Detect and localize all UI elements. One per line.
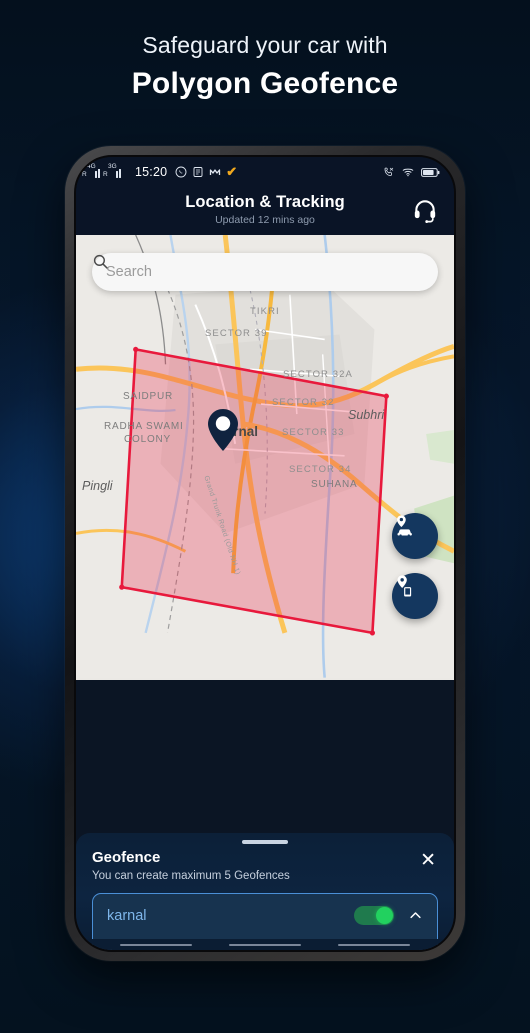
search-icon <box>93 254 108 269</box>
sheet-drag-handle[interactable] <box>242 840 288 844</box>
orange-check-icon: ✔ <box>226 164 238 179</box>
show-vehicle-button[interactable] <box>392 513 438 559</box>
geofence-polygon <box>120 347 388 635</box>
phone-screen: R 4G R 3G 15:20 ✔ Location & Tracking Up… <box>74 155 456 952</box>
geofence-name: karnal <box>107 907 147 924</box>
status-bar: R 4G R 3G 15:20 ✔ <box>76 157 454 187</box>
sim-toolkit-icon <box>193 167 203 177</box>
page-title: Location & Tracking <box>185 193 345 211</box>
phone-mockup: R 4G R 3G 15:20 ✔ Location & Tracking Up… <box>65 146 465 961</box>
wifi-icon <box>402 168 414 177</box>
android-nav-bar <box>76 939 454 950</box>
search-bar[interactable]: Search <box>92 253 438 291</box>
pin-phone-icon <box>397 575 412 597</box>
promo-line-2: Polygon Geofence <box>131 67 399 100</box>
status-clock: 15:20 <box>135 165 168 179</box>
nav-hint-right <box>337 943 410 946</box>
nav-hint-center <box>228 943 301 946</box>
geofence-panel: Geofence You can create maximum 5 Geofen… <box>76 833 454 950</box>
battery-icon <box>421 167 440 177</box>
chevron-up-icon[interactable] <box>408 908 423 923</box>
promo-headline: Safeguard your car with Polygon Geofence <box>0 30 530 104</box>
nav-hint-left <box>120 943 193 946</box>
m-app-icon <box>210 169 221 175</box>
vehicle-location-pin[interactable] <box>206 408 240 452</box>
geofence-subtitle: You can create maximum 5 Geofences <box>92 870 290 882</box>
app-header: Location & Tracking Updated 12 mins ago <box>76 187 454 235</box>
show-device-button[interactable] <box>392 573 438 619</box>
close-icon[interactable]: ✕ <box>418 849 438 870</box>
pin-car-icon <box>397 515 412 537</box>
last-updated-text: Updated 12 mins ago <box>215 214 315 226</box>
geofence-toggle[interactable] <box>354 906 394 925</box>
map-view[interactable]: Baragaon TIKRI SECTOR 39 SECTOR 32A SAID… <box>76 235 454 680</box>
geofence-panel-header: Geofence You can create maximum 5 Geofen… <box>92 849 438 882</box>
whatsapp-icon <box>175 166 187 178</box>
search-input[interactable]: Search <box>106 264 152 280</box>
promo-line-1: Safeguard your car with <box>142 32 388 58</box>
sim2-signal-icon: R 3G <box>103 163 127 178</box>
call-mute-icon <box>384 167 394 176</box>
geofence-title: Geofence <box>92 849 161 866</box>
headset-icon[interactable] <box>412 197 438 223</box>
